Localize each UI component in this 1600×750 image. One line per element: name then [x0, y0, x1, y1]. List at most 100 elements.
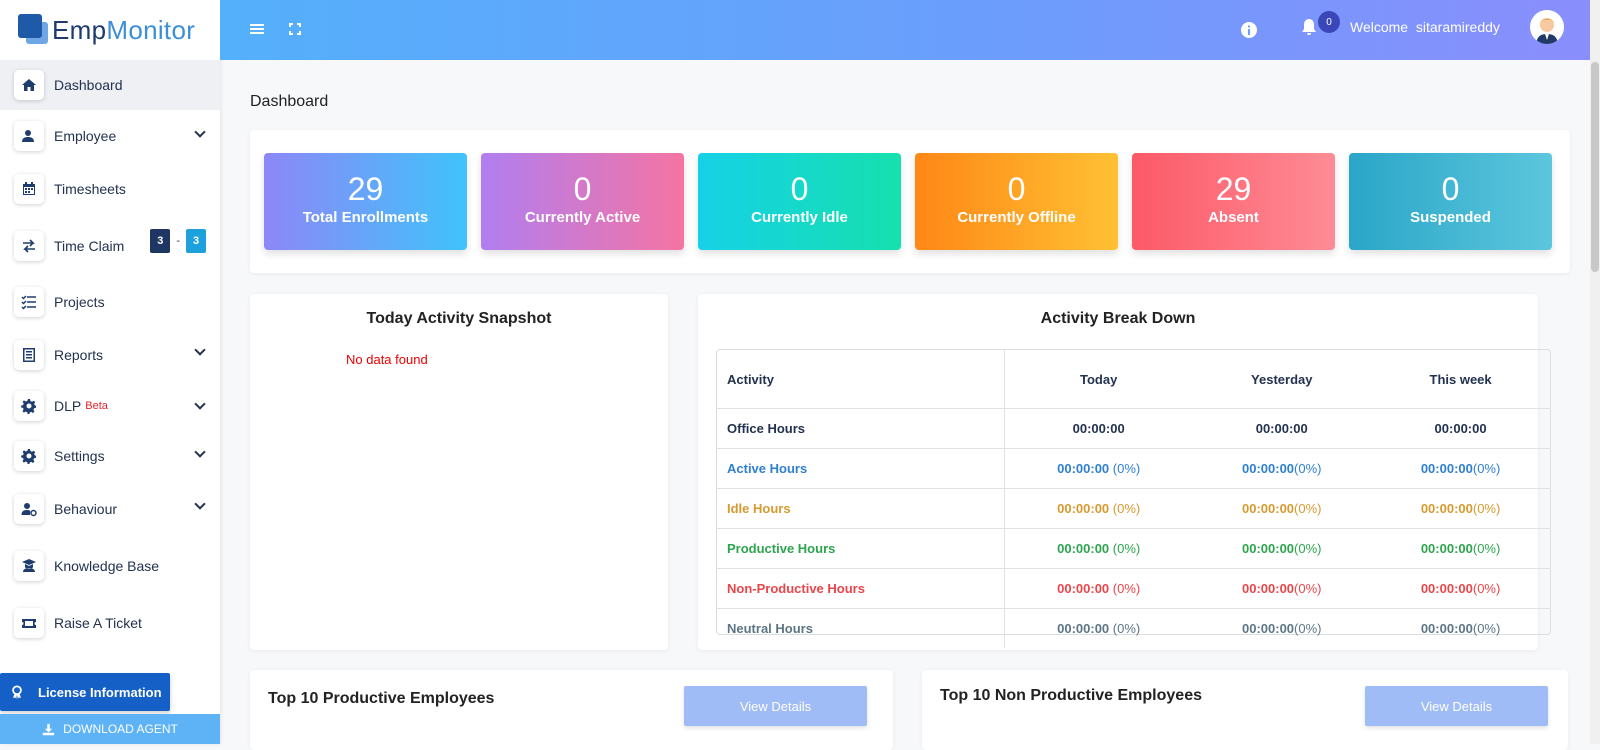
notification-count-badge[interactable]: 0: [1318, 11, 1340, 33]
page-title: Dashboard: [250, 93, 329, 110]
cell-this-week: 00:00:00: [1420, 501, 1473, 516]
badge-separator: -: [176, 235, 180, 247]
cell-today: 00:00:00: [1057, 501, 1110, 516]
table-row-non-productive-hours: Non-Productive Hours 00:00:00 (0%) 00:00…: [717, 568, 1550, 609]
download-agent-button[interactable]: DOWNLOAD AGENT: [0, 714, 220, 744]
stat-card-suspended[interactable]: 0 Suspended: [1349, 153, 1552, 250]
total-claims-badge[interactable]: 3: [186, 229, 206, 253]
sidebar-item-employee[interactable]: Employee: [0, 110, 220, 162]
cell-this-week: 00:00:00: [1434, 421, 1487, 436]
sidebar-item-raise-ticket[interactable]: Raise A Ticket: [0, 596, 220, 650]
ticket-icon: [14, 608, 44, 638]
download-label: DOWNLOAD AGENT: [63, 722, 178, 736]
chevron-down-icon: [194, 498, 206, 510]
stat-label: Total Enrollments: [302, 209, 429, 226]
cell-yesterday: 00:00:00: [1242, 501, 1295, 516]
license-information-button[interactable]: License Information: [0, 673, 170, 711]
sidebar-item-reports[interactable]: Reports: [0, 328, 220, 382]
sidebar-item-settings[interactable]: Settings: [0, 430, 220, 482]
download-icon: [42, 723, 55, 735]
top-non-productive-title: Top 10 Non Productive Employees: [940, 687, 1202, 704]
sidebar-item-dlp[interactable]: DLP Beta: [0, 382, 220, 430]
sidebar-item-label: Reports: [54, 347, 104, 363]
stat-value: 0: [790, 171, 809, 207]
report-icon: [14, 340, 44, 370]
stat-card-currently-active[interactable]: 0 Currently Active: [481, 153, 684, 250]
fullscreen-icon[interactable]: [286, 20, 304, 38]
user-gear-icon: [14, 494, 44, 524]
sidebar-item-knowledge-base[interactable]: Knowledge Base: [0, 536, 220, 596]
employee-icon: [14, 121, 44, 151]
username: sitaramireddy: [1415, 19, 1500, 35]
row-label: Non-Productive Hours: [717, 568, 1005, 609]
logo-icon: [16, 14, 48, 46]
pending-claims-badge[interactable]: 3: [150, 229, 171, 253]
gear-icon: [14, 441, 44, 471]
top-productive-title: Top 10 Productive Employees: [268, 690, 495, 707]
cell-yesterday: 00:00:00: [1242, 621, 1295, 636]
table-header-row: Activity Today Yesterday This week: [717, 350, 1550, 409]
table-row-office-hours: Office Hours 00:00:00 00:00:00 00:00:00: [717, 408, 1550, 449]
stat-label: Absent: [1208, 209, 1259, 226]
cell-yesterday: 00:00:00: [1242, 541, 1295, 556]
welcome-text: Welcome sitaramireddy: [1350, 19, 1500, 35]
welcome-prefix: Welcome: [1350, 19, 1409, 35]
column-header-this-week: This week: [1429, 371, 1492, 387]
stat-value: 29: [347, 171, 384, 207]
cell-today: 00:00:00: [1057, 621, 1110, 636]
stat-card-currently-idle[interactable]: 0 Currently Idle: [698, 153, 901, 250]
chevron-down-icon: [194, 126, 206, 138]
row-label: Neutral Hours: [717, 608, 1005, 648]
table-row-productive-hours: Productive Hours 00:00:00 (0%) 00:00:00(…: [717, 528, 1550, 569]
cell-this-week: 00:00:00: [1420, 461, 1473, 476]
cell-yesterday: 00:00:00: [1255, 421, 1308, 436]
cell-today: 00:00:00: [1072, 421, 1125, 436]
top-header: 0 Welcome sitaramireddy: [220, 0, 1590, 60]
home-icon: [14, 70, 44, 100]
cell-yesterday-percent: (0%): [1294, 461, 1322, 476]
cell-this-week-percent: (0%): [1472, 581, 1501, 596]
stat-card-currently-offline[interactable]: 0 Currently Offline: [915, 153, 1118, 250]
cell-this-week-percent: (0%): [1472, 621, 1501, 636]
top-non-productive-employees-panel: Top 10 Non Productive Employees View Det…: [922, 670, 1568, 750]
table-row-neutral-hours: Neutral Hours 00:00:00 (0%) 00:00:00(0%)…: [717, 608, 1550, 648]
sidebar-item-time-claim[interactable]: Time Claim 3 - 3: [0, 216, 220, 276]
view-details-button[interactable]: View Details: [684, 686, 867, 726]
chevron-down-icon: [194, 344, 206, 356]
sidebar-item-projects[interactable]: Projects: [0, 276, 220, 328]
table-row-active-hours: Active Hours 00:00:00 (0%) 00:00:00(0%) …: [717, 448, 1550, 489]
view-details-button[interactable]: View Details: [1365, 686, 1548, 726]
avatar[interactable]: [1530, 10, 1564, 44]
stat-label: Suspended: [1410, 209, 1491, 226]
sidebar-item-label: Behaviour: [54, 501, 118, 517]
sidebar-item-label: Settings: [54, 448, 105, 464]
menu-icon[interactable]: [248, 20, 266, 38]
scrollbar-thumb[interactable]: [1591, 62, 1599, 272]
stat-card-absent[interactable]: 29 Absent: [1132, 153, 1335, 250]
column-header-today: Today: [1080, 371, 1118, 387]
cell-this-week: 00:00:00: [1420, 581, 1473, 596]
page-scrollbar[interactable]: [1590, 0, 1600, 744]
row-label: Active Hours: [717, 448, 1005, 489]
sidebar-item-dashboard[interactable]: Dashboard: [0, 60, 220, 110]
activity-breakdown-panel: Activity Break Down Activity Today Yeste…: [698, 294, 1551, 650]
column-header-yesterday: Yesterday: [1251, 371, 1313, 387]
sidebar: EmpMonitor Dashboard Employee Timesheets…: [0, 0, 220, 744]
table-row-idle-hours: Idle Hours 00:00:00 (0%) 00:00:00(0%) 00…: [717, 488, 1550, 529]
bell-icon[interactable]: [1300, 18, 1318, 36]
sidebar-item-label: Knowledge Base: [54, 558, 160, 574]
checklist-icon: [14, 287, 44, 317]
cell-today-percent: (0%): [1109, 501, 1141, 516]
cell-this-week-percent: (0%): [1472, 501, 1501, 516]
sidebar-item-timesheets[interactable]: Timesheets: [0, 162, 220, 216]
sidebar-item-label: Employee: [54, 128, 117, 144]
cell-yesterday-percent: (0%): [1294, 501, 1322, 516]
today-activity-snapshot-panel: Today Activity Snapshot No data found: [250, 294, 668, 650]
row-label: Productive Hours: [717, 528, 1005, 569]
cell-yesterday: 00:00:00: [1242, 581, 1295, 596]
sidebar-item-behaviour[interactable]: Behaviour: [0, 482, 220, 536]
app-logo[interactable]: EmpMonitor: [0, 0, 220, 60]
stat-card-total-enrollments[interactable]: 29 Total Enrollments: [264, 153, 467, 250]
stat-label: Currently Active: [524, 209, 641, 226]
info-icon[interactable]: [1240, 21, 1258, 39]
